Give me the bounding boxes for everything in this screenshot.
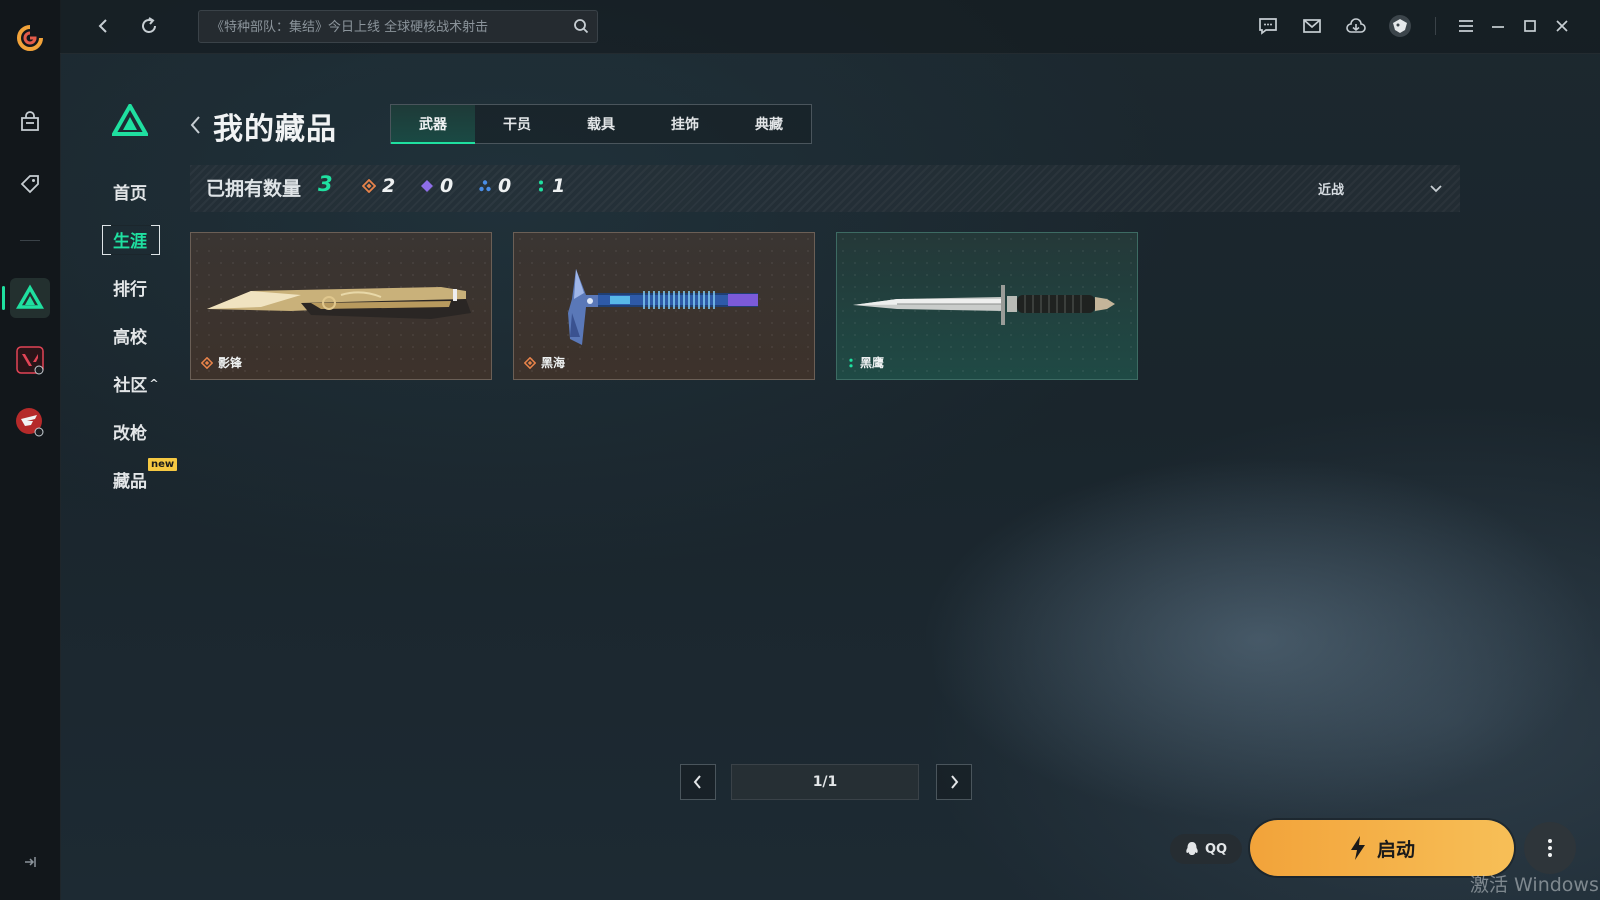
owned-label: 已拥有数量 [206, 178, 302, 200]
item-card[interactable]: 黑海 [513, 232, 815, 380]
search-icon[interactable] [573, 18, 589, 38]
rarity-orange-count: 2 [362, 175, 395, 197]
page-indicator: 1/1 [731, 764, 919, 800]
prev-page-button[interactable] [680, 764, 716, 800]
diamond-orange-icon [524, 356, 536, 369]
rarity-count: 0 [498, 175, 512, 197]
diamond-orange-icon [201, 356, 213, 369]
tab-vehicles[interactable]: 载具 [559, 105, 643, 143]
more-vertical-icon [1548, 839, 1552, 857]
caret-up-icon: ^ [149, 376, 159, 390]
app-logo-icon[interactable] [10, 18, 50, 58]
rarity-green-count: 1 [536, 175, 565, 197]
app-rail [0, 0, 61, 900]
game-crossfire-icon[interactable] [10, 402, 50, 442]
nav-item-ranking[interactable]: 排行 [100, 272, 160, 302]
tab-label: 载具 [587, 117, 615, 133]
back-chevron-icon[interactable] [188, 114, 202, 140]
triangle-blue-icon [479, 180, 491, 192]
nav-item-label: 改枪 [113, 423, 147, 444]
rail-divider [20, 240, 40, 241]
refresh-icon[interactable] [135, 12, 163, 40]
delta-force-logo-icon [110, 101, 150, 136]
lightning-icon [1350, 836, 1365, 860]
tab-weapons[interactable]: 武器 [391, 105, 475, 144]
nav-item-label: 社区 [113, 375, 148, 396]
qq-label: QQ [1204, 841, 1228, 857]
item-name: 黑海 [524, 354, 565, 371]
nav-item-campus[interactable]: 高校 [100, 320, 160, 350]
rarity-blue-count: 0 [478, 175, 511, 197]
game-delta-force-icon[interactable] [2, 278, 50, 318]
next-page-button[interactable] [936, 764, 972, 800]
search-box[interactable] [198, 10, 598, 44]
nav-item-label: 藏品 [113, 471, 147, 492]
page-indicator-text: 1/1 [812, 774, 838, 790]
diamond-orange-icon [362, 179, 376, 193]
item-name: 影锋 [201, 354, 242, 371]
close-icon[interactable] [1548, 12, 1576, 40]
qq-penguin-icon [1186, 842, 1198, 855]
dots-green-icon [849, 358, 853, 367]
diamond-purple-icon [421, 180, 433, 192]
minimize-icon[interactable] [1484, 12, 1512, 40]
qq-login-button[interactable]: QQ [1170, 834, 1242, 864]
select-value: 近战 [1318, 182, 1345, 198]
dots-green-icon [539, 180, 543, 192]
tag-icon[interactable] [10, 164, 50, 204]
tab-operators[interactable]: 干员 [475, 105, 559, 143]
owned-count: 3 [318, 172, 333, 196]
item-card[interactable]: 黑鹰 [836, 232, 1138, 380]
chevron-left-icon [693, 775, 701, 789]
top-bar [60, 0, 1600, 54]
menu-icon[interactable] [1452, 12, 1480, 40]
tab-label: 典藏 [755, 117, 783, 133]
item-name-text: 黑海 [541, 356, 566, 370]
chat-icon[interactable] [1254, 12, 1282, 40]
rarity-count: 1 [552, 175, 566, 197]
tab-charms[interactable]: 挂饰 [643, 105, 727, 143]
item-name: 黑鹰 [847, 354, 884, 371]
item-card[interactable]: 影锋 [190, 232, 492, 380]
nav-item-label: 高校 [113, 327, 147, 348]
launch-label: 启动 [1376, 838, 1415, 861]
category-tabs: 武器 干员 载具 挂饰 典藏 [390, 104, 812, 144]
topbar-separator [1435, 17, 1436, 35]
search-input[interactable] [209, 11, 563, 44]
nav-item-community[interactable]: 社区 ^ [106, 368, 166, 398]
download-icon[interactable] [1342, 12, 1370, 40]
nav-item-home[interactable]: 首页 [100, 176, 160, 206]
back-icon[interactable] [90, 12, 118, 40]
tab-label: 干员 [503, 117, 531, 133]
nav-item-label: 首页 [113, 183, 147, 204]
summary-bar: 已拥有数量 3 2 0 0 1 近战 [190, 165, 1460, 212]
tab-label: 武器 [419, 117, 447, 133]
weapon-type-select[interactable]: 近战 [1314, 173, 1444, 203]
more-options-button[interactable] [1524, 822, 1576, 874]
nav-item-gunsmith[interactable]: 改枪 [100, 416, 160, 446]
item-name-text: 黑鹰 [860, 356, 885, 370]
active-nav-bracket [102, 225, 160, 255]
launch-button[interactable]: 启动 [1250, 820, 1514, 876]
chevron-down-icon [1430, 185, 1442, 193]
tab-label: 挂饰 [671, 117, 699, 133]
mail-icon[interactable] [1298, 12, 1326, 40]
windows-activation-watermark: 激活 Windows [1470, 874, 1599, 896]
rarity-count: 2 [382, 175, 396, 197]
tab-collector[interactable]: 典藏 [727, 105, 811, 143]
rarity-count: 0 [440, 175, 454, 197]
page-title: 我的藏品 [213, 112, 337, 147]
rarity-purple-count: 0 [420, 175, 453, 197]
new-badge: new [148, 458, 178, 471]
store-icon[interactable] [10, 102, 50, 142]
collapse-rail-icon[interactable] [20, 852, 40, 872]
maximize-icon[interactable] [1516, 12, 1544, 40]
nav-item-label: 排行 [113, 279, 147, 300]
game-valorant-icon[interactable] [10, 340, 50, 380]
avatar[interactable] [1386, 12, 1414, 40]
item-name-text: 影锋 [218, 356, 243, 370]
chevron-right-icon [951, 775, 959, 789]
